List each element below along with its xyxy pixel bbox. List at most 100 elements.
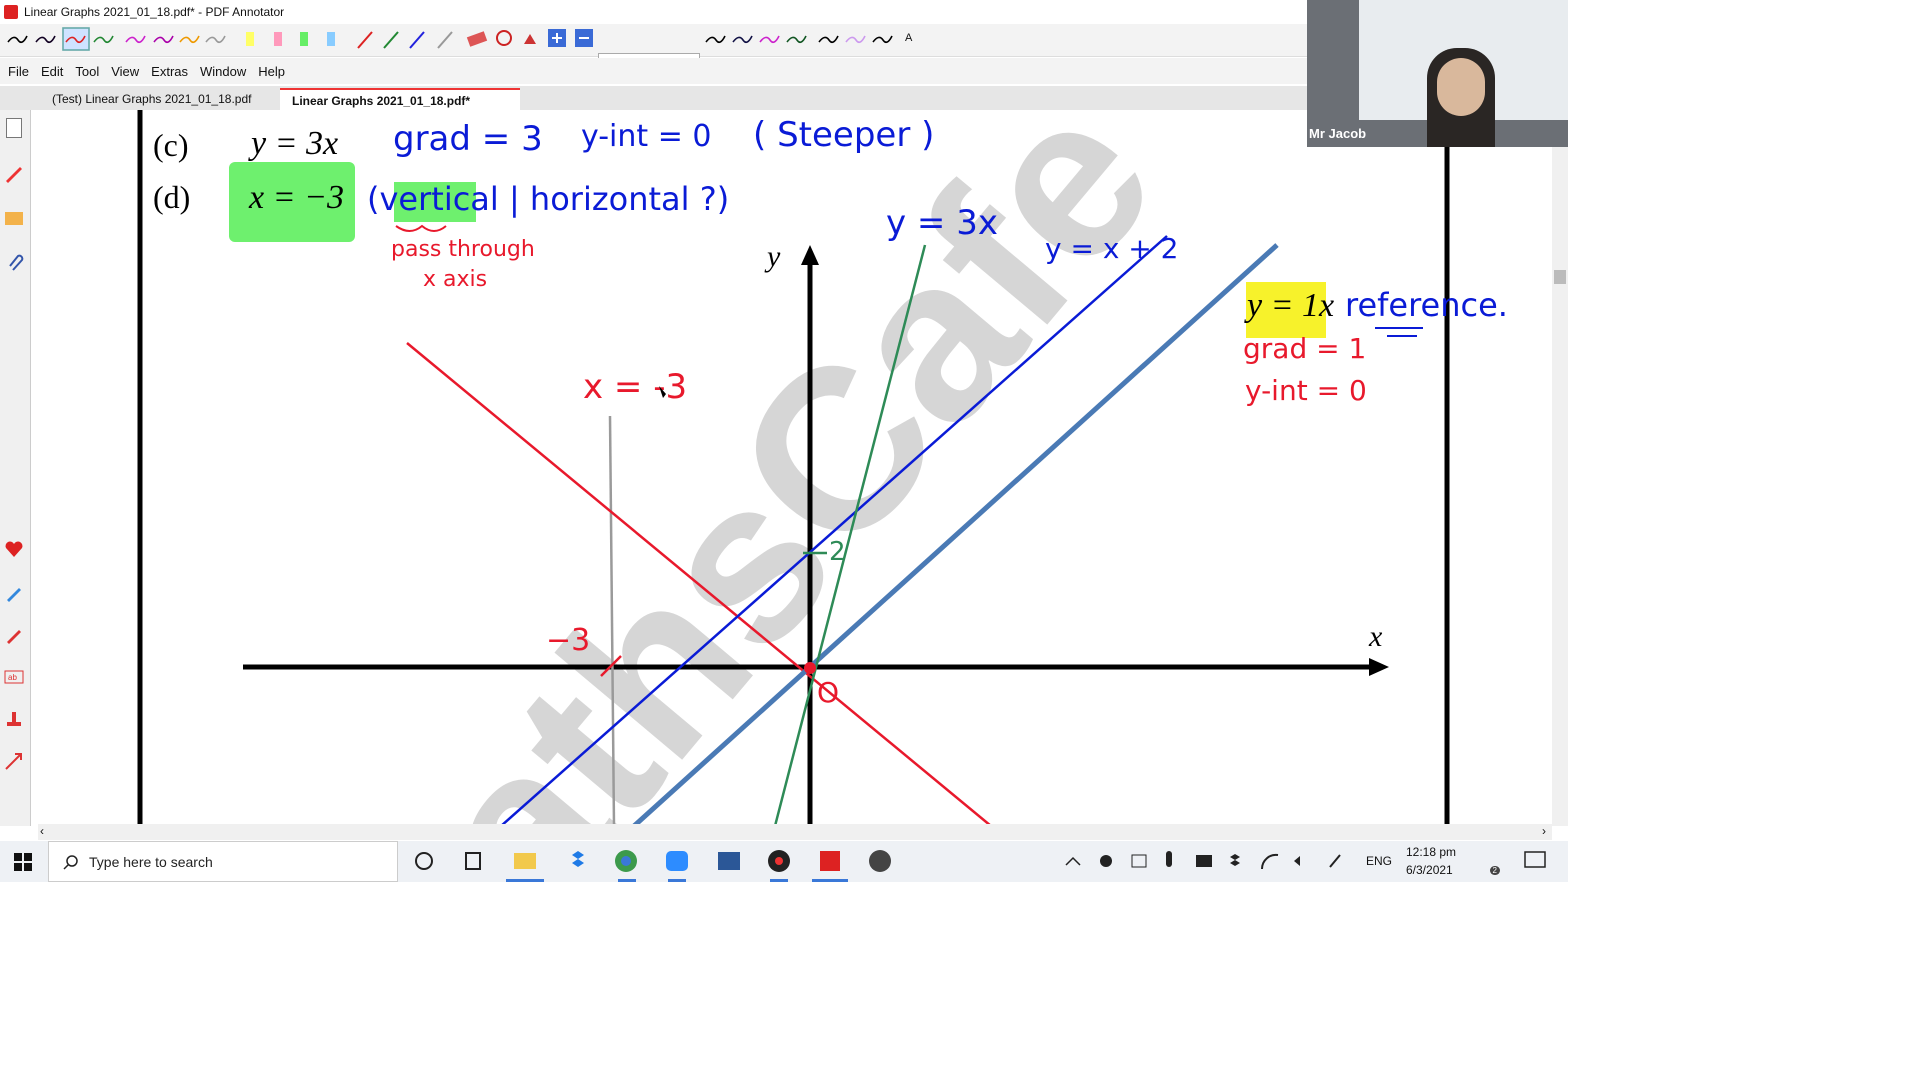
line-red-icon [357, 31, 373, 49]
label-line-y-3x: y = 3x [886, 203, 998, 243]
document-canvas[interactable]: MathsCafe (c) (d) y = 3x x = −3 grad = 3… [31, 110, 1552, 826]
question-c-label: (c) [153, 127, 189, 163]
participant-name: Mr Jacob [1309, 126, 1367, 141]
folder-icon[interactable] [3, 206, 25, 228]
notification-meet-icon[interactable]: 2 [1476, 851, 1500, 875]
safari-like-icon [869, 850, 891, 872]
annotation-pass-through: pass through [391, 237, 535, 262]
highlighter-green-icon [300, 32, 308, 46]
vertical-scroll-thumb[interactable] [1554, 270, 1566, 284]
microphone-icon [1166, 851, 1172, 867]
toolbar: 6 of 25 A [0, 24, 1307, 73]
pen-preset-darkgreen-icon [786, 35, 807, 44]
origin-label: O [817, 676, 839, 709]
reference-label: reference. [1345, 286, 1508, 324]
stamp-icon[interactable] [3, 708, 25, 730]
highlighter-yellow-icon [246, 32, 254, 46]
svg-text:ab: ab [8, 673, 17, 682]
y-axis-arrow-icon [801, 245, 819, 265]
file-explorer-icon [514, 853, 536, 869]
pen-gray-icon [205, 35, 226, 44]
clock-date[interactable]: 6/3/2021 [1406, 863, 1453, 877]
cortana-icon [415, 852, 433, 870]
paperclip-icon[interactable] [3, 250, 25, 272]
reference-equation: y = 1x [1244, 287, 1334, 324]
tick-label-minus3: −3 [546, 623, 590, 658]
line-gray-icon [437, 31, 453, 49]
pen-presets-right-group[interactable] [700, 24, 940, 56]
x-axis-arrow-icon [1369, 658, 1389, 676]
annotation-x-axis: x axis [423, 267, 487, 292]
menu-extras[interactable]: Extras [151, 64, 188, 79]
equation-d: x = −3 [248, 179, 344, 216]
pen-preset-navy-icon [732, 35, 753, 44]
title-bar: Linear Graphs 2021_01_18.pdf* - PDF Anno… [0, 0, 1307, 24]
pdf-annotator-taskbar-icon [820, 851, 840, 871]
menu-view[interactable]: View [111, 64, 139, 79]
page-thumbnail-icon[interactable] [6, 118, 22, 138]
clock-time[interactable]: 12:18 pm [1406, 845, 1456, 859]
window-title: Linear Graphs 2021_01_18.pdf* - PDF Anno… [24, 5, 285, 19]
marker-blue-icon[interactable] [3, 582, 25, 604]
windows-start-icon[interactable] [14, 853, 32, 871]
menu-edit[interactable]: Edit [41, 64, 63, 79]
tray-chevron-icon [1065, 856, 1081, 866]
pen-preset-lilac-icon [845, 35, 866, 44]
menu-bar: File Edit Tool View Extras Window Help [0, 58, 1307, 84]
pdf-annotator-logo-icon [4, 5, 18, 19]
tick-label-2: 2 [829, 537, 846, 567]
webcam-tray-icon [1131, 854, 1147, 868]
menu-window[interactable]: Window [200, 64, 246, 79]
reference-y-intercept: y-int = 0 [1245, 374, 1367, 407]
line-blue-icon [409, 31, 425, 49]
axis-label-y: y [764, 240, 781, 273]
left-sidebar: ab [0, 110, 31, 826]
record-icon [1100, 855, 1112, 867]
brace-under-vertical [395, 224, 447, 232]
favorite-heart-icon[interactable] [3, 538, 25, 560]
search-box[interactable]: Type here to search [48, 841, 398, 882]
menu-file[interactable]: File [8, 64, 29, 79]
arrow-tool-icon[interactable] [3, 750, 25, 772]
menu-help[interactable]: Help [258, 64, 285, 79]
axis-label-x: x [1368, 620, 1383, 653]
pen-magenta-icon [125, 35, 146, 44]
menu-tool[interactable]: Tool [75, 64, 99, 79]
horizontal-scrollbar[interactable]: ‹ › [38, 824, 1552, 840]
hand-icon [524, 34, 536, 44]
marker-red-icon[interactable] [3, 624, 25, 646]
annotation-yint-0: y-int = 0 [581, 119, 711, 154]
text-tool-icon[interactable]: A [905, 32, 912, 44]
action-center-icon[interactable] [1524, 851, 1546, 871]
dropbox-tray-icon [1230, 854, 1240, 866]
scroll-left-arrow-icon[interactable]: ‹ [40, 824, 44, 838]
pen-black-2-icon [35, 35, 56, 44]
whiteboard-app-icon [718, 852, 740, 870]
label-x-eq-minus3: x = -3 [583, 367, 687, 407]
pen-tool-icon[interactable] [3, 162, 25, 184]
pen-preset-black-icon [705, 35, 726, 44]
lasso-icon [496, 30, 512, 46]
vertical-scrollbar[interactable] [1552, 110, 1568, 826]
dropbox-icon [572, 851, 584, 867]
eraser-icon [466, 31, 488, 47]
tab-linear-graphs-active[interactable]: Linear Graphs 2021_01_18.pdf* [280, 88, 520, 110]
language-indicator[interactable]: ENG [1366, 854, 1392, 868]
taskbar-apps[interactable] [410, 841, 910, 882]
taskbar: Type here to search ENG 12:18 pm 6/3/202… [0, 841, 1568, 882]
system-tray[interactable] [1060, 841, 1280, 882]
pdf-page: MathsCafe (c) (d) y = 3x x = −3 grad = 3… [137, 110, 1508, 826]
pen-presets-group[interactable] [0, 24, 600, 56]
annotation-grad-3: grad = 3 [393, 119, 543, 159]
highlighter-blue-icon [327, 32, 335, 46]
tray-extra[interactable] [1290, 841, 1350, 882]
tab-test-linear-graphs[interactable]: (Test) Linear Graphs 2021_01_18.pdf [40, 88, 294, 110]
presenter-face [1437, 58, 1485, 116]
pen-preset-magenta-icon [759, 35, 780, 44]
pen-orange-icon [179, 35, 200, 44]
scroll-right-arrow-icon[interactable]: › [1542, 824, 1546, 838]
annotation-steeper: ( Steeper ) [753, 115, 934, 155]
pen-purple-icon [153, 35, 174, 44]
label-line-y-x-plus-2: y = x + 2 [1045, 232, 1178, 265]
text-box-icon[interactable]: ab [3, 666, 25, 688]
